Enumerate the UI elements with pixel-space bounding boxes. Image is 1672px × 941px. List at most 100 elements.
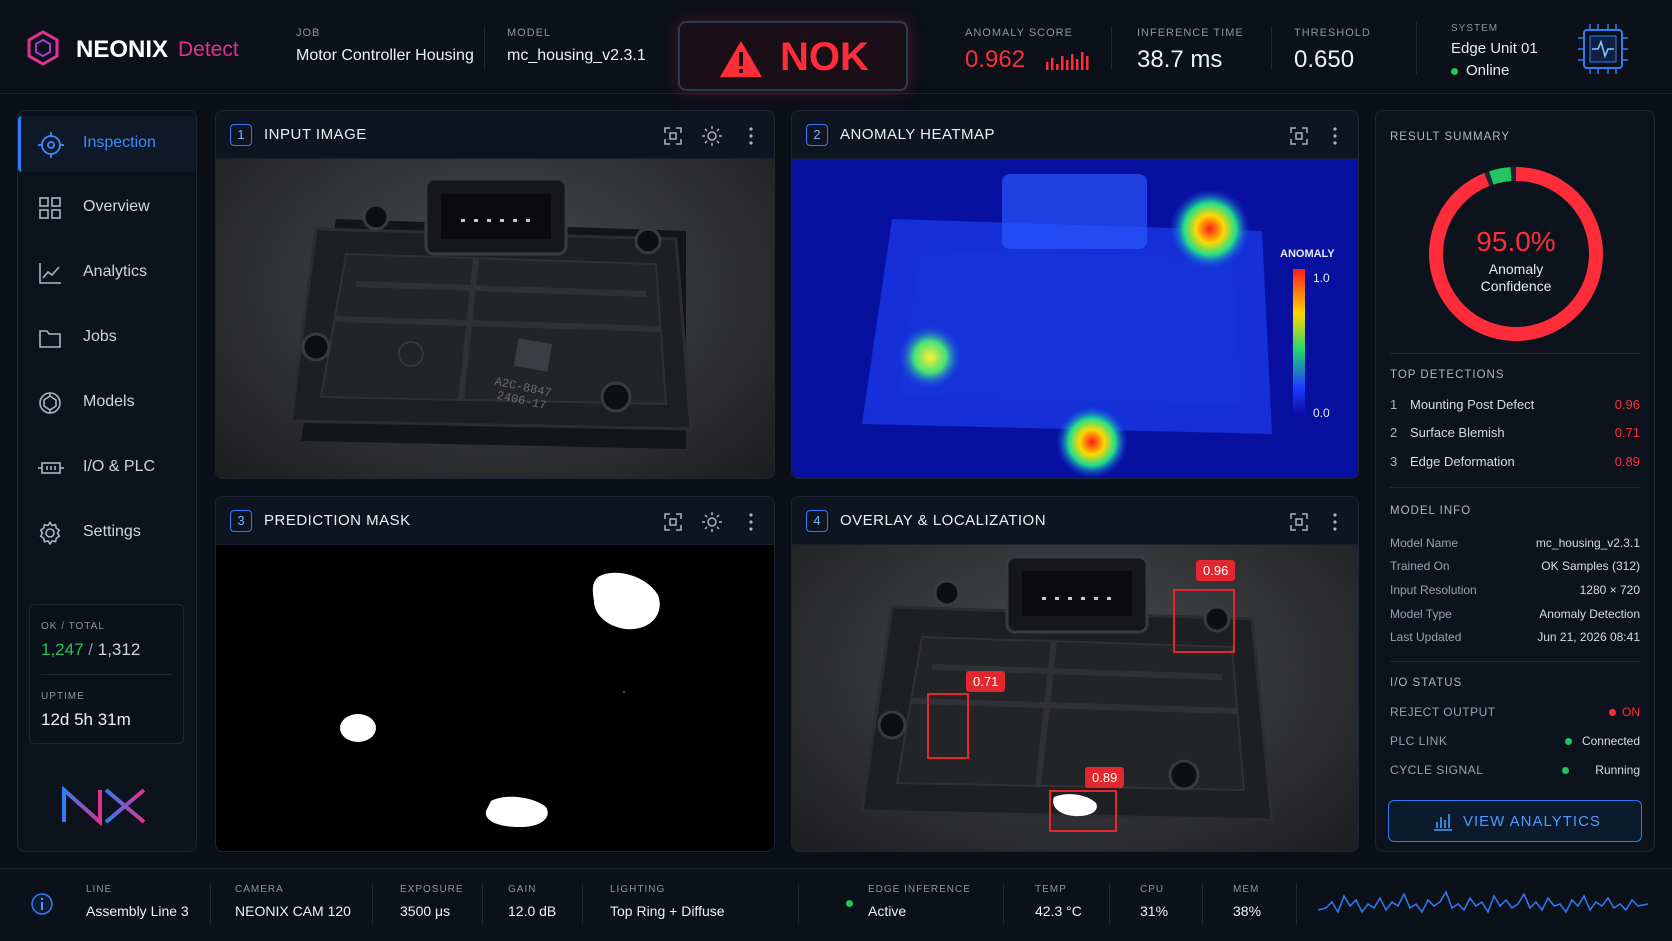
detection-tag: 0.71 (966, 671, 1006, 692)
panel-input-image: 1 INPUT IMAGE A2C-8847 2406-17 (215, 110, 775, 479)
fullscreen-icon[interactable] (664, 513, 682, 531)
chip-icon[interactable] (1574, 22, 1632, 76)
input-image-view[interactable]: A2C-8847 2406-17 (216, 159, 774, 478)
fullscreen-icon[interactable] (664, 127, 682, 145)
top-header: NEONIX Detect JOB Motor Controller Housi… (0, 0, 1672, 94)
footer-cpu: CPU 31% (1140, 884, 1169, 919)
fullscreen-icon[interactable] (1290, 127, 1308, 145)
sidebar-item-overview[interactable]: Overview (18, 180, 196, 236)
footer-gain: GAIN 12.0 dB (508, 884, 557, 919)
total-count: 1,312 (97, 640, 141, 659)
info-icon[interactable] (30, 892, 54, 916)
sidebar-item-inspection[interactable]: Inspection (18, 116, 196, 172)
bar-chart-icon (1434, 814, 1452, 831)
confidence-label-line2: Confidence (1481, 278, 1552, 294)
grid-icon (39, 197, 61, 219)
crosshair-icon (38, 132, 64, 158)
panel-number: 2 (806, 124, 828, 146)
model-icon (39, 392, 61, 414)
detections-title: TOP DETECTIONS (1390, 369, 1505, 381)
detection-box-mounting-post[interactable] (1173, 589, 1235, 653)
footer-exposure: EXPOSURE 3500 μs (400, 884, 464, 919)
sidebar-item-jobs[interactable]: Jobs (18, 310, 196, 366)
chart-icon (39, 263, 61, 284)
sidebar-item-label: Settings (83, 523, 141, 540)
uptime-value: 12d 5h 31m (41, 710, 131, 729)
gear-icon (39, 521, 61, 545)
heatmap-view[interactable]: ANOMALY 1.0 0.0 (792, 159, 1358, 478)
heatmap-scale-max: 1.0 (1313, 271, 1330, 285)
folder-icon (39, 330, 61, 348)
sidebar-item-settings[interactable]: Settings (18, 505, 196, 561)
activity-waveform (1318, 890, 1648, 914)
footer-camera: CAMERA NEONIX CAM 120 (235, 884, 351, 919)
panel-title: OVERLAY & LOCALIZATION (840, 512, 1047, 529)
detection-box-surface-blemish[interactable] (927, 693, 969, 759)
panel-number: 4 (806, 510, 828, 532)
panel-overlay-localization: 4 OVERLAY & LOCALIZATION 0.96 0.71 0.89 (791, 496, 1359, 852)
detection-row[interactable]: 1 Mounting Post Defect 0.96 (1376, 397, 1654, 419)
score-label: ANOMALY SCORE (965, 27, 1073, 39)
stats-card: OK / TOTAL 1,247 / 1,312 UPTIME 12d 5h 3… (29, 604, 184, 744)
brightness-icon[interactable] (702, 512, 722, 532)
sidebar-item-models[interactable]: Models (18, 375, 196, 431)
sidebar-item-label: Jobs (83, 328, 117, 345)
heatmap-scale-min: 0.0 (1313, 406, 1330, 420)
footer-mem: MEM 38% (1233, 884, 1262, 919)
verdict-text: NOK (780, 35, 869, 79)
io-status-title: I/O STATUS (1390, 677, 1463, 689)
sidebar-item-label: Models (83, 393, 135, 410)
confidence-donut: 95.0% Anomaly Confidence (1429, 167, 1603, 341)
detection-tag: 0.89 (1085, 767, 1125, 788)
panel-title: INPUT IMAGE (264, 126, 367, 143)
fullscreen-icon[interactable] (1290, 513, 1308, 531)
sidebar-item-label: Overview (83, 198, 150, 215)
detection-row[interactable]: 2 Surface Blemish 0.71 (1376, 425, 1654, 447)
footer-temp: TEMP 42.3 °C (1035, 884, 1082, 919)
uptime-label: UPTIME (41, 691, 85, 702)
more-icon[interactable] (1332, 127, 1338, 145)
mask-view[interactable] (216, 545, 774, 851)
job-label: JOB (296, 27, 321, 39)
threshold-value: 0.650 (1294, 46, 1355, 73)
threshold-label: THRESHOLD (1294, 27, 1371, 39)
model-label: MODEL (507, 27, 552, 39)
more-icon[interactable] (748, 513, 754, 531)
system-label: SYSTEM (1451, 23, 1499, 34)
detection-box-edge-deformation[interactable] (1049, 790, 1117, 832)
heatmap-scale-label: ANOMALY (1280, 248, 1335, 260)
confidence-value: 95.0% (1476, 226, 1555, 257)
footer-edge-inference: EDGE INFERENCE Active (868, 884, 971, 919)
system-status: Online (1451, 62, 1509, 79)
panel-prediction-mask: 3 PREDICTION MASK (215, 496, 775, 852)
more-icon[interactable] (1332, 513, 1338, 531)
sidebar-item-io-plc[interactable]: I/O & PLC (18, 440, 196, 496)
brightness-icon[interactable] (702, 126, 722, 146)
score-bars-icon (1046, 52, 1089, 70)
edge-status-dot (846, 900, 853, 907)
view-analytics-button[interactable]: VIEW ANALYTICS (1388, 800, 1642, 842)
sidebar-item-label: Analytics (83, 263, 148, 280)
inference-value: 38.7 ms (1137, 46, 1223, 73)
more-icon[interactable] (748, 127, 754, 145)
sidebar-item-analytics[interactable]: Analytics (18, 245, 196, 301)
io-icon (38, 462, 64, 474)
sidebar-item-label: Inspection (83, 134, 156, 151)
confidence-label-line1: Anomaly (1489, 261, 1543, 277)
inference-label: INFERENCE TIME (1137, 27, 1244, 39)
model-value: mc_housing_v2.3.1 (507, 47, 646, 64)
mask-image (340, 572, 660, 827)
overlay-view[interactable]: 0.96 0.71 0.89 (792, 545, 1358, 851)
nx-logo (62, 786, 146, 826)
model-info-title: MODEL INFO (1390, 505, 1472, 517)
ok-total-value: 1,247 / 1,312 (41, 640, 141, 659)
panel-anomaly-heatmap: 2 ANOMALY HEATMAP ANOMALY 1.0 0.0 (791, 110, 1359, 479)
verdict-banner: NOK (678, 21, 908, 91)
ok-count: 1,247 (41, 640, 84, 659)
panel-title: ANOMALY HEATMAP (840, 126, 996, 143)
summary-title: RESULT SUMMARY (1390, 131, 1511, 143)
part-image: A2C-8847 2406-17 (289, 177, 693, 449)
panel-number: 3 (230, 510, 252, 532)
brand-name: NEONIX (76, 36, 169, 63)
detection-row[interactable]: 3 Edge Deformation 0.89 (1376, 454, 1654, 476)
